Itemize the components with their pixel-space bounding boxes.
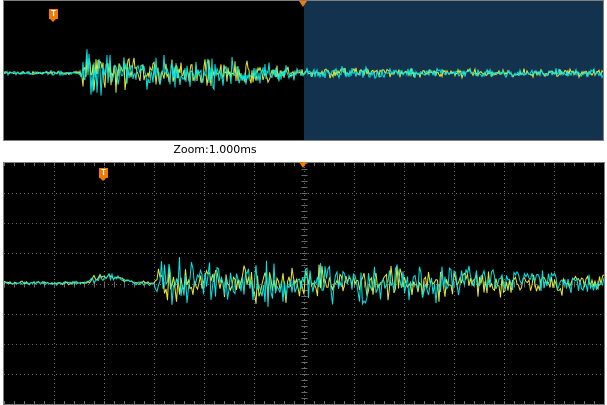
zoom-timebase-label: Zoom:1.000ms [173,143,257,156]
zoomed-waveform-pane[interactable]: T [3,162,605,405]
zoom-horizontal-position-icon[interactable] [299,162,307,168]
trigger-marker-glyph: T [51,9,56,18]
overview-trigger-point-icon[interactable]: T [49,9,58,22]
zoomed-waveform [4,163,604,404]
trigger-marker-glyph: T [101,168,106,177]
overview-horizontal-position-icon[interactable] [299,1,307,7]
overview-waveform [4,1,603,140]
zoom-trigger-point-icon[interactable]: T [99,168,108,181]
overview-waveform-pane[interactable]: T [3,0,604,141]
